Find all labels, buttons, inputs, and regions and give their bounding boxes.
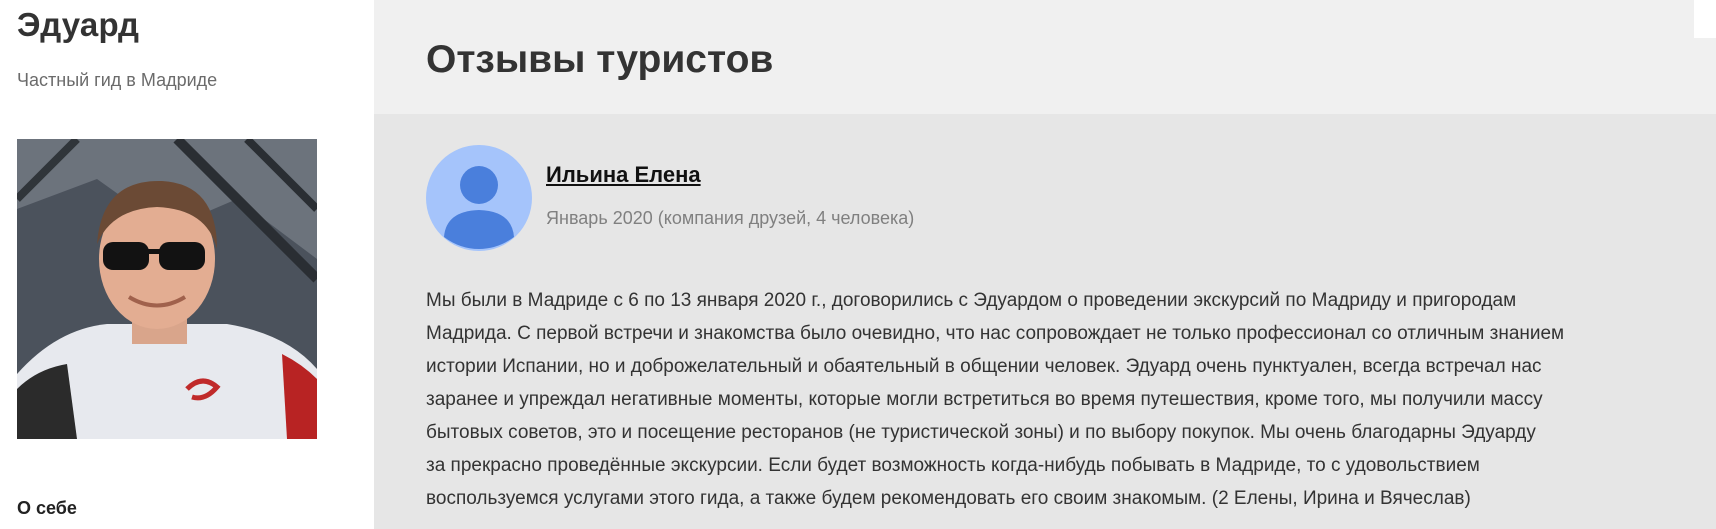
guide-sidebar: Эдуард Частный гид в Мадриде О себе [0,0,374,529]
about-heading: О себе [17,498,77,518]
corner-mark [1694,0,1716,38]
reviews-title: Отзывы туристов [426,38,774,81]
guide-photo [17,139,317,439]
reviews-section: Отзывы туристов Ильина Елена Январь 2020… [374,0,1716,529]
reviewer-name-link[interactable]: Ильина Елена [546,162,701,188]
guide-photo-illustration [17,139,317,439]
review-meta: Январь 2020 (компания друзей, 4 человека… [546,208,915,228]
review-text: Мы были в Мадриде с 6 по 13 января 2020 … [426,290,1565,509]
guide-name: Эдуард [17,6,140,43]
user-placeholder-icon [426,145,532,251]
reviews-header: Отзывы туристов [374,0,1716,114]
guide-subtitle: Частный гид в Мадриде [17,70,218,90]
